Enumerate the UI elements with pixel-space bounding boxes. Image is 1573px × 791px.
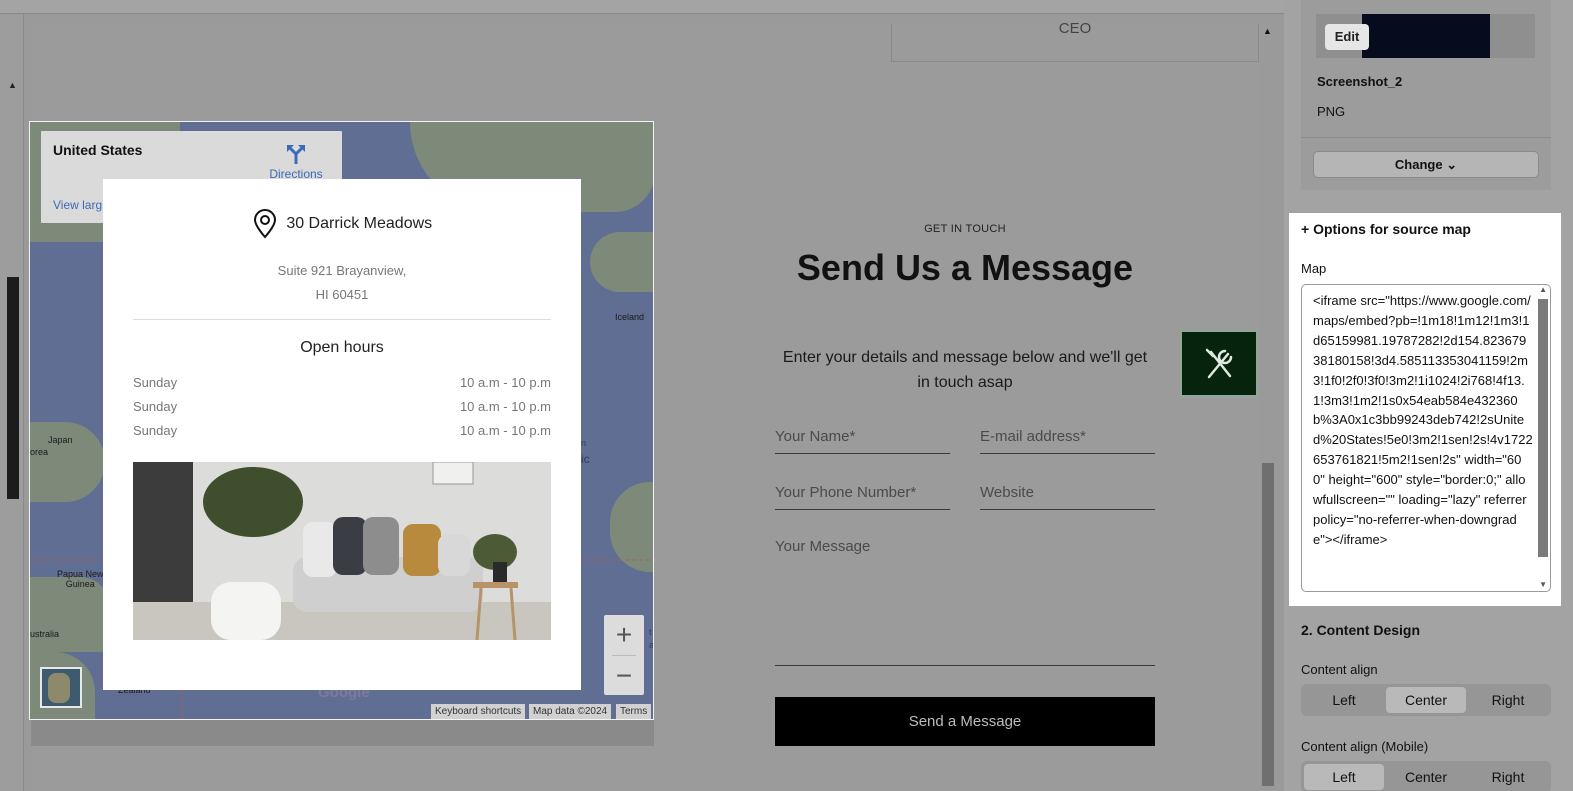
- location-card: 30 Darrick Meadows Suite 921 Brayanview,…: [103, 179, 581, 690]
- source-map-options: + Options for source map Map <iframe src…: [1289, 213, 1561, 606]
- content-design-title: 2. Content Design: [1301, 622, 1421, 638]
- textarea-scroll-thumb[interactable]: [1538, 299, 1548, 557]
- hours-row: Sunday 10 a.m - 10 p.m: [133, 399, 551, 419]
- gutter-up-arrow-icon[interactable]: ▲: [8, 80, 17, 90]
- map-data-link[interactable]: Map data ©2024: [529, 704, 612, 719]
- file-type: PNG: [1317, 104, 1346, 119]
- hours-day: Sunday: [133, 423, 178, 438]
- change-label: Change: [1394, 157, 1443, 172]
- content-align-label: Content align: [1301, 662, 1378, 677]
- left-gutter: ▲: [0, 14, 24, 791]
- map-embed-textarea[interactable]: <iframe src="https://www.google.com/maps…: [1301, 284, 1551, 592]
- website-field[interactable]: Website: [980, 482, 1155, 510]
- chevron-down-icon: ⌄: [1446, 157, 1458, 172]
- map-field-label: Map: [1301, 261, 1327, 276]
- contact-eyebrow: GET IN TOUCH: [924, 223, 1006, 235]
- hours-title: Open hours: [300, 339, 384, 356]
- satellite-land-shape: [48, 673, 70, 703]
- directions-button[interactable]: Directions: [268, 143, 324, 181]
- map-satellite-toggle[interactable]: [40, 667, 82, 708]
- name-field[interactable]: Your Name*: [775, 426, 950, 454]
- directions-icon: [287, 145, 305, 164]
- location-divider: [133, 319, 551, 320]
- align-center-option[interactable]: Center: [1386, 687, 1466, 713]
- file-name: Screenshot_2: [1317, 74, 1403, 89]
- mobile-align-left-option[interactable]: Left: [1304, 764, 1384, 790]
- hours-day: Sunday: [133, 399, 178, 414]
- change-image-button[interactable]: Change ⌄: [1313, 151, 1539, 178]
- address-line-1: Suite 921 Brayanview,: [277, 263, 407, 278]
- hours-row: Sunday 10 a.m - 10 p.m: [133, 423, 551, 443]
- zoom-in-button[interactable]: +: [604, 615, 644, 655]
- canvas-scroll-thumb[interactable]: [1262, 463, 1274, 786]
- image-thumbnail: [1362, 14, 1490, 58]
- location-photo: [133, 462, 551, 640]
- map-pin-icon: [253, 209, 276, 239]
- hours-row: Sunday 10 a.m - 10 p.m: [133, 375, 551, 395]
- email-field[interactable]: E-mail address*: [980, 426, 1155, 454]
- hours-time: 10 a.m - 10 p.m: [459, 423, 551, 438]
- textarea-scroll-up-icon[interactable]: ▲: [1539, 285, 1547, 294]
- map-bottom-strip: [31, 720, 654, 746]
- address-line-2: HI 60451: [315, 287, 369, 302]
- hours-time: 10 a.m - 10 p.m: [459, 375, 551, 390]
- tools-button[interactable]: [1180, 330, 1258, 397]
- message-field[interactable]: Your Message: [775, 538, 1155, 666]
- content-align-segment: Left Center Right: [1301, 684, 1551, 716]
- edit-image-button[interactable]: Edit: [1325, 24, 1369, 50]
- team-role: CEO: [1058, 20, 1092, 37]
- keyboard-shortcuts-link[interactable]: Keyboard shortcuts: [431, 704, 526, 719]
- hours-time: 10 a.m - 10 p.m: [459, 399, 551, 414]
- phone-field[interactable]: Your Phone Number*: [775, 482, 950, 510]
- location-title: 30 Darrick Meadows: [286, 215, 433, 233]
- contact-title: Send Us a Message: [796, 247, 1134, 288]
- location-heading: 30 Darrick Meadows: [103, 209, 581, 239]
- map-zoom-control: + −: [604, 615, 644, 695]
- content-align-mobile-label: Content align (Mobile): [1301, 739, 1429, 754]
- map-embed-code: <iframe src="https://www.google.com/maps…: [1313, 293, 1533, 547]
- location-address: Suite 921 Brayanview, HI 60451: [103, 259, 581, 307]
- mobile-align-center-option[interactable]: Center: [1386, 764, 1466, 790]
- top-strip: [0, 0, 1290, 14]
- canvas-scroll-up-icon[interactable]: ▲: [1263, 26, 1272, 36]
- source-map-toggle[interactable]: + Options for source map: [1301, 221, 1471, 237]
- align-right-option[interactable]: Right: [1468, 687, 1548, 713]
- panel-divider: [1301, 137, 1551, 138]
- team-card-fragment: CEO: [891, 20, 1259, 62]
- align-left-option[interactable]: Left: [1304, 687, 1384, 713]
- map-place-title: United States: [53, 142, 143, 158]
- content-align-mobile-segment: Left Center Right: [1301, 761, 1551, 791]
- zoom-out-button[interactable]: −: [604, 656, 644, 696]
- mobile-align-right-option[interactable]: Right: [1468, 764, 1548, 790]
- gutter-scroll-handle[interactable]: [7, 277, 19, 499]
- send-message-button[interactable]: Send a Message: [775, 697, 1155, 746]
- living-room-illustration: [133, 462, 551, 640]
- hours-day: Sunday: [133, 375, 178, 390]
- contact-description: Enter your details and message below and…: [782, 349, 1148, 391]
- terms-link[interactable]: Terms: [616, 704, 652, 719]
- view-larger-map-link[interactable]: View larg: [53, 198, 102, 212]
- textarea-scroll-down-icon[interactable]: ▼: [1539, 580, 1547, 589]
- tools-icon: [1205, 348, 1233, 379]
